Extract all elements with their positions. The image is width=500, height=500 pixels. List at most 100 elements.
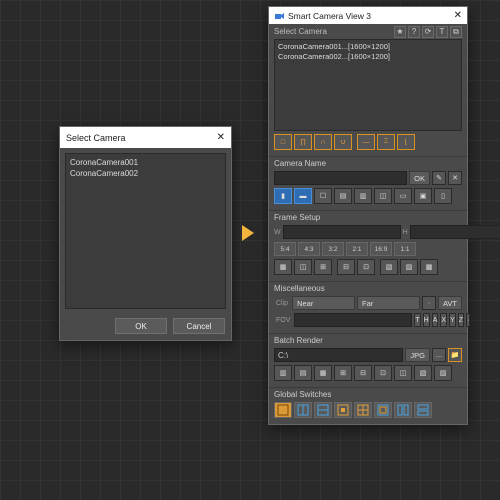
- far-button[interactable]: Far: [357, 296, 420, 310]
- global-switch-8[interactable]: [414, 402, 432, 418]
- batch-path-row: JPG … 📁: [274, 348, 462, 362]
- batch-tool-4[interactable]: ⊞: [334, 365, 352, 381]
- dialog-titlebar[interactable]: Select Camera ✕: [60, 127, 231, 148]
- aspect-3-2[interactable]: 3:2: [322, 242, 344, 256]
- name-tool-9[interactable]: ▯: [434, 188, 452, 204]
- frame-setup-section: Frame Setup W H ⇄ R F L O 5:4 4:3 3:2 2:…: [269, 213, 467, 278]
- width-input[interactable]: [283, 225, 401, 239]
- camera-tool-3[interactable]: ∩: [314, 134, 332, 150]
- clear-icon[interactable]: ✕: [448, 171, 462, 185]
- list-item[interactable]: CoronaCamera001...[1600×1200]: [278, 42, 458, 52]
- panel-titlebar[interactable]: Smart Camera View 3 ✕: [269, 7, 467, 24]
- batch-tool-8[interactable]: ▧: [414, 365, 432, 381]
- list-item[interactable]: CoronaCamera001: [70, 158, 138, 167]
- name-tool-6[interactable]: ◫: [374, 188, 392, 204]
- fov-x[interactable]: X: [440, 313, 447, 327]
- frame-tool-3[interactable]: ⊞: [314, 259, 332, 275]
- panel-top-toolbar: Select Camera ★ ? ⟳ T ⧉: [269, 24, 467, 39]
- batch-tool-9[interactable]: ▨: [434, 365, 452, 381]
- height-input[interactable]: [410, 225, 500, 239]
- global-switch-7[interactable]: [394, 402, 412, 418]
- batch-tool-6[interactable]: ⊡: [374, 365, 392, 381]
- fov-h[interactable]: H: [423, 313, 430, 327]
- output-path-input[interactable]: [274, 348, 403, 362]
- frame-tool-4[interactable]: ⊟: [337, 259, 355, 275]
- name-tool-5[interactable]: ▥: [354, 188, 372, 204]
- batch-render-section: Batch Render JPG … 📁 ▥ ▤ ▦ ⊞ ⊟ ⊡ ◫ ▧ ▨: [269, 336, 467, 384]
- name-tool-2[interactable]: ▬: [294, 188, 312, 204]
- camera-list[interactable]: CoronaCamera001 CoronaCamera002: [65, 153, 226, 309]
- frame-tool-5[interactable]: ⊡: [357, 259, 375, 275]
- section-label: Camera Name: [274, 159, 462, 168]
- close-icon[interactable]: ✕: [217, 132, 225, 143]
- global-switches-row: [274, 402, 462, 418]
- fov-t[interactable]: T: [414, 313, 420, 327]
- name-tool-7[interactable]: ▭: [394, 188, 412, 204]
- clip-extra-1[interactable]: ·: [422, 296, 436, 310]
- refresh-icon[interactable]: ⟳: [422, 26, 434, 38]
- close-icon[interactable]: ✕: [454, 10, 462, 21]
- global-switch-1[interactable]: [274, 402, 292, 418]
- name-tool-3[interactable]: ☐: [314, 188, 332, 204]
- pin-icon[interactable]: ✎: [432, 171, 446, 185]
- batch-tool-7[interactable]: ◫: [394, 365, 412, 381]
- batch-tool-3[interactable]: ▦: [314, 365, 332, 381]
- popout-icon[interactable]: ⧉: [450, 26, 462, 38]
- aspect-4-3[interactable]: 4:3: [298, 242, 320, 256]
- section-label-select-camera: Select Camera: [274, 27, 327, 36]
- ok-button[interactable]: OK: [409, 171, 430, 185]
- name-tool-8[interactable]: ▣: [414, 188, 432, 204]
- fov-a[interactable]: A: [432, 313, 439, 327]
- batch-tool-1[interactable]: ▥: [274, 365, 292, 381]
- global-switch-3[interactable]: [314, 402, 332, 418]
- camera-tool-2[interactable]: ∏: [294, 134, 312, 150]
- global-switch-6[interactable]: [374, 402, 392, 418]
- camera-tool-5[interactable]: —: [357, 134, 375, 150]
- batch-icons-row: ▥ ▤ ▦ ⊞ ⊟ ⊡ ◫ ▧ ▨: [274, 365, 462, 381]
- favorite-icon[interactable]: ★: [394, 26, 406, 38]
- name-tool-1[interactable]: ▮: [274, 188, 292, 204]
- camera-tool-6[interactable]: ⌶: [377, 134, 395, 150]
- batch-tool-5[interactable]: ⊟: [354, 365, 372, 381]
- fov-extra[interactable]: ·: [466, 313, 470, 327]
- aspect-2-1[interactable]: 2:1: [346, 242, 368, 256]
- aspect-16-9[interactable]: 16:9: [370, 242, 392, 256]
- frame-tool-2[interactable]: ◫: [294, 259, 312, 275]
- global-switch-4[interactable]: [334, 402, 352, 418]
- batch-tool-2[interactable]: ▤: [294, 365, 312, 381]
- frame-tool-6[interactable]: ▧: [380, 259, 398, 275]
- camera-tool-7[interactable]: ⌊: [397, 134, 415, 150]
- fov-y[interactable]: Y: [449, 313, 456, 327]
- browse-button[interactable]: …: [432, 348, 446, 362]
- global-switch-2[interactable]: [294, 402, 312, 418]
- name-tool-4[interactable]: ▤: [334, 188, 352, 204]
- list-item[interactable]: CoronaCamera002: [70, 169, 138, 178]
- cancel-button[interactable]: Cancel: [173, 318, 225, 334]
- aspect-1-1[interactable]: 1:1: [394, 242, 416, 256]
- folder-icon[interactable]: 📁: [448, 348, 462, 362]
- ok-button[interactable]: OK: [115, 318, 167, 334]
- frame-tool-1[interactable]: ▦: [274, 259, 292, 275]
- fov-z[interactable]: Z: [458, 313, 464, 327]
- section-label: Global Switches: [274, 390, 462, 399]
- dialog-title: Select Camera: [66, 133, 126, 143]
- aspect-5-4[interactable]: 5:4: [274, 242, 296, 256]
- frame-tool-7[interactable]: ▨: [400, 259, 418, 275]
- camera-listbox[interactable]: CoronaCamera001...[1600×1200] CoronaCame…: [274, 39, 462, 131]
- camera-tools-row: □ ∏ ∩ ∪ — ⌶ ⌊: [274, 134, 462, 150]
- avt-button[interactable]: AVT: [438, 296, 462, 310]
- help-icon[interactable]: ?: [408, 26, 420, 38]
- list-item[interactable]: CoronaCamera002...[1600×1200]: [278, 52, 458, 62]
- global-switch-5[interactable]: [354, 402, 372, 418]
- near-button[interactable]: Near: [292, 296, 355, 310]
- global-switches-section: Global Switches: [269, 390, 467, 424]
- text-tool-button[interactable]: T: [436, 26, 448, 38]
- aspect-ratio-row: 5:4 4:3 3:2 2:1 16:9 1:1: [274, 242, 462, 256]
- camera-name-input[interactable]: [274, 171, 407, 185]
- frame-tool-8[interactable]: ▩: [420, 259, 438, 275]
- camera-tool-4[interactable]: ∪: [334, 134, 352, 150]
- camera-tool-1[interactable]: □: [274, 134, 292, 150]
- section-label: Frame Setup: [274, 213, 462, 222]
- format-dropdown[interactable]: JPG: [405, 348, 430, 362]
- fov-input[interactable]: [294, 313, 412, 327]
